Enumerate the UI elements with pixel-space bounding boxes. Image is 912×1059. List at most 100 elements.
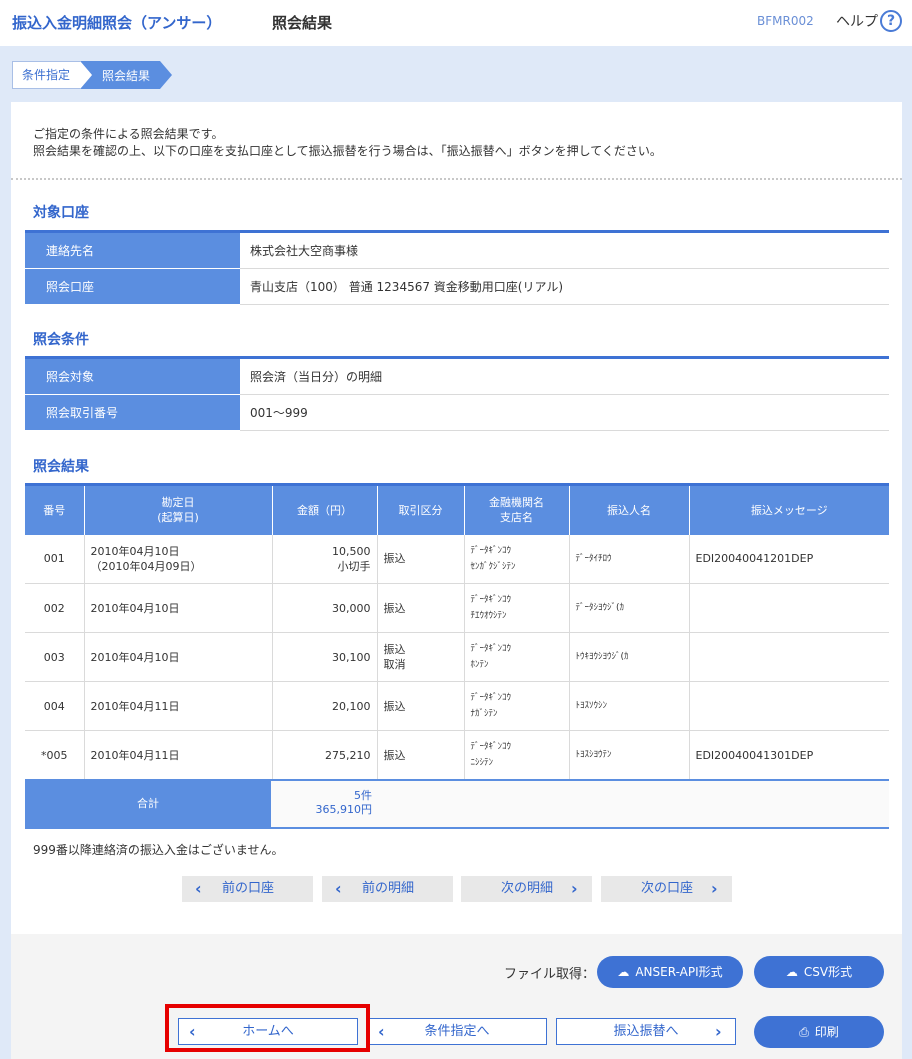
cell-type: 振込 <box>377 583 465 633</box>
cell-date: 2010年04月10日 （2010年04月09日） <box>84 534 273 584</box>
account-row-value: 株式会社大空商事様 <box>250 244 359 258</box>
csv-button[interactable]: ☁ CSV形式 <box>754 956 884 988</box>
cell-amount-text: 275,210 <box>325 748 371 762</box>
account-row-label: 連絡先名 <box>25 233 240 269</box>
cell-branch-text: ﾆｼｼﾃﾝ <box>470 758 494 768</box>
cell-no: *005 <box>25 730 85 780</box>
chevron-left-icon: ‹ <box>195 879 202 898</box>
table-row: 002 2010年04月10日 30,000 振込 ﾃﾞｰﾀｷﾞﾝｺｳ ﾁｴｳｵｳｼﾃﾝﾃ… <box>25 583 889 633</box>
table-row: 004 2010年04月11日 20,100 振込 ﾃﾞｰﾀｷﾞﾝｺｳ ﾅｶﾞｼﾃﾝ ﾄﾖｽ… <box>25 681 889 731</box>
total-value: 5件 365,910円 <box>297 789 373 817</box>
intro-line-2: 照会結果を確認の上、以下の口座を支払口座として振込振替を行う場合は、「振込振替へ… <box>33 144 662 158</box>
next-detail-button[interactable]: 次の明細 › <box>461 876 592 902</box>
condition-row-value: 照会済（当日分）の明細 <box>250 370 383 384</box>
divider <box>11 178 902 180</box>
next-account-button[interactable]: 次の口座 › <box>601 876 732 902</box>
cell-amount: 30,100 <box>272 632 378 682</box>
chevron-left-icon: ‹ <box>335 879 342 898</box>
col-header-message: 振込メッセージ <box>689 483 889 535</box>
next-detail-label: 次の明細 <box>501 881 554 896</box>
col-header-bank: 金融機関名 支店名 <box>464 483 570 535</box>
condition-button[interactable]: 条件指定へ ‹ <box>367 1018 547 1045</box>
cell-payer: ﾄﾖｽｿｳｼﾝ <box>569 681 690 731</box>
cell-date-text: 2010年04月10日 <box>90 544 180 558</box>
prev-account-button[interactable]: ‹ 前の口座 <box>182 876 313 902</box>
top-header: 振込入金明細照会（アンサー） 照会結果 BFMR002 ヘルプ ? <box>0 0 912 46</box>
cell-type-text: 振込 <box>383 601 406 615</box>
cell-branch-text: ﾁｴｳｵｳｼﾃﾝ <box>470 611 507 621</box>
cell-no: 001 <box>25 534 85 584</box>
cell-payer: ﾄｳｷﾖｳｼﾖｳｼﾞ(ｶ <box>569 632 690 682</box>
cell-no-text: 003 <box>43 650 65 664</box>
cell-message <box>689 681 889 731</box>
section-title-result: 照会結果 <box>33 459 89 475</box>
app-title: 振込入金明細照会（アンサー） <box>12 14 222 32</box>
cell-type: 振込 <box>377 730 465 780</box>
col-header-amount: 金額（円） <box>272 483 378 535</box>
cell-date: 2010年04月10日 <box>84 583 273 633</box>
cell-no-text: *005 <box>41 748 68 762</box>
transfer-label: 振込振替へ <box>613 1024 679 1039</box>
condition-row: 照会対象 照会済（当日分）の明細 <box>25 359 889 395</box>
transfer-button[interactable]: 振込振替へ › <box>556 1018 736 1045</box>
table-row: 001 2010年04月10日 （2010年04月09日） 10,500 小切手 振込 ﾃﾞ… <box>25 534 889 584</box>
cell-amount: 275,210 <box>272 730 378 780</box>
cell-date: 2010年04月11日 <box>84 681 273 731</box>
breadcrumb-step-result: 照会結果 <box>80 61 172 89</box>
account-table: 連絡先名 株式会社大空商事様 照会口座 青山支店（100） 普通 1234567… <box>25 230 889 305</box>
cell-bank: ﾃﾞｰﾀｷﾞﾝｺｳ ｾﾝｶﾞｸｼﾞｼﾃﾝ <box>464 534 570 584</box>
cell-type-text: 振込 <box>383 699 406 713</box>
anser-api-label: ANSER-API形式 <box>635 965 723 979</box>
result-table: 番号 勘定日 (起算日) 金額（円） 取引区分 金融機関名 支店名 振込人名 振込メ… <box>25 483 889 780</box>
cell-date: 2010年04月10日 <box>84 632 273 682</box>
intro-line-1: ご指定の条件による照会結果です。 <box>33 127 224 141</box>
cell-date-text: 2010年04月11日 <box>90 699 180 713</box>
help-icon[interactable]: ? <box>880 10 902 32</box>
prev-detail-button[interactable]: ‹ 前の明細 <box>322 876 453 902</box>
cloud-download-icon: ☁ <box>617 965 630 979</box>
cell-no-text: 004 <box>43 699 65 713</box>
cell-payer: ﾃﾞｰﾀｼﾖｳｼﾞ(ｶ <box>569 583 690 633</box>
condition-row-value: 001～999 <box>250 406 308 420</box>
account-row: 連絡先名 株式会社大空商事様 <box>25 233 889 269</box>
anser-api-button[interactable]: ☁ ANSER-API形式 <box>597 956 743 988</box>
cell-no: 003 <box>25 632 85 682</box>
chevron-right-icon: › <box>715 1022 722 1041</box>
col-header-payer: 振込人名 <box>569 483 690 535</box>
col-header-date-line2: (起算日) <box>157 511 199 525</box>
cell-bank-text: ﾃﾞｰﾀｷﾞﾝｺｳ <box>470 693 512 703</box>
cell-bank: ﾃﾞｰﾀｷﾞﾝｺｳ ﾅｶﾞｼﾃﾝ <box>464 681 570 731</box>
cell-amount: 20,100 <box>272 681 378 731</box>
cell-no: 002 <box>25 583 85 633</box>
prev-account-label: 前の口座 <box>222 881 275 896</box>
breadcrumb-step-result-label: 照会結果 <box>102 69 151 83</box>
highlight-box <box>165 1004 370 1052</box>
condition-row-label: 照会取引番号 <box>25 395 240 431</box>
col-header-date: 勘定日 (起算日) <box>84 483 273 535</box>
cell-payer-text: ﾄｳｷﾖｳｼﾖｳｼﾞ(ｶ <box>575 652 629 662</box>
cell-payer: ﾄﾖｽｼﾖｳﾃﾝ <box>569 730 690 780</box>
cell-branch-text: ﾎﾝﾃﾝ <box>470 660 489 670</box>
col-header-type: 取引区分 <box>377 483 465 535</box>
cell-type: 振込 <box>377 534 465 584</box>
help-link[interactable]: ヘルプ <box>836 11 878 31</box>
print-button[interactable]: ⎙ 印刷 <box>754 1016 884 1048</box>
section-title-condition: 照会条件 <box>33 332 89 348</box>
cloud-download-icon: ☁ <box>785 965 798 979</box>
cell-date2-text: （2010年04月09日） <box>90 559 202 573</box>
chevron-right-icon: › <box>711 879 718 898</box>
cell-payer: ﾃﾞｰﾀｲﾁﾛｳ <box>569 534 690 584</box>
intro-text: ご指定の条件による照会結果です。 照会結果を確認の上、以下の口座を支払口座として… <box>33 126 662 160</box>
cell-bank: ﾃﾞｰﾀｷﾞﾝｺｳ ﾎﾝﾃﾝ <box>464 632 570 682</box>
condition-row-label: 照会対象 <box>25 359 240 395</box>
result-note: 999番以降連絡済の振込入金はございません。 <box>33 843 284 857</box>
cell-date-text: 2010年04月10日 <box>90 601 180 615</box>
cell-no-text: 001 <box>43 552 65 566</box>
cell-message <box>689 583 889 633</box>
col-header-bank-line2: 支店名 <box>500 511 533 525</box>
cell-payer-text: ﾄﾖｽｼﾖｳﾃﾝ <box>575 750 612 760</box>
total-amount: 365,910円 <box>315 803 373 816</box>
cell-amount2-text: 小切手 <box>337 559 371 573</box>
cell-message-text: EDI20040041301DEP <box>695 748 814 762</box>
cell-bank-text: ﾃﾞｰﾀｷﾞﾝｺｳ <box>470 545 512 556</box>
